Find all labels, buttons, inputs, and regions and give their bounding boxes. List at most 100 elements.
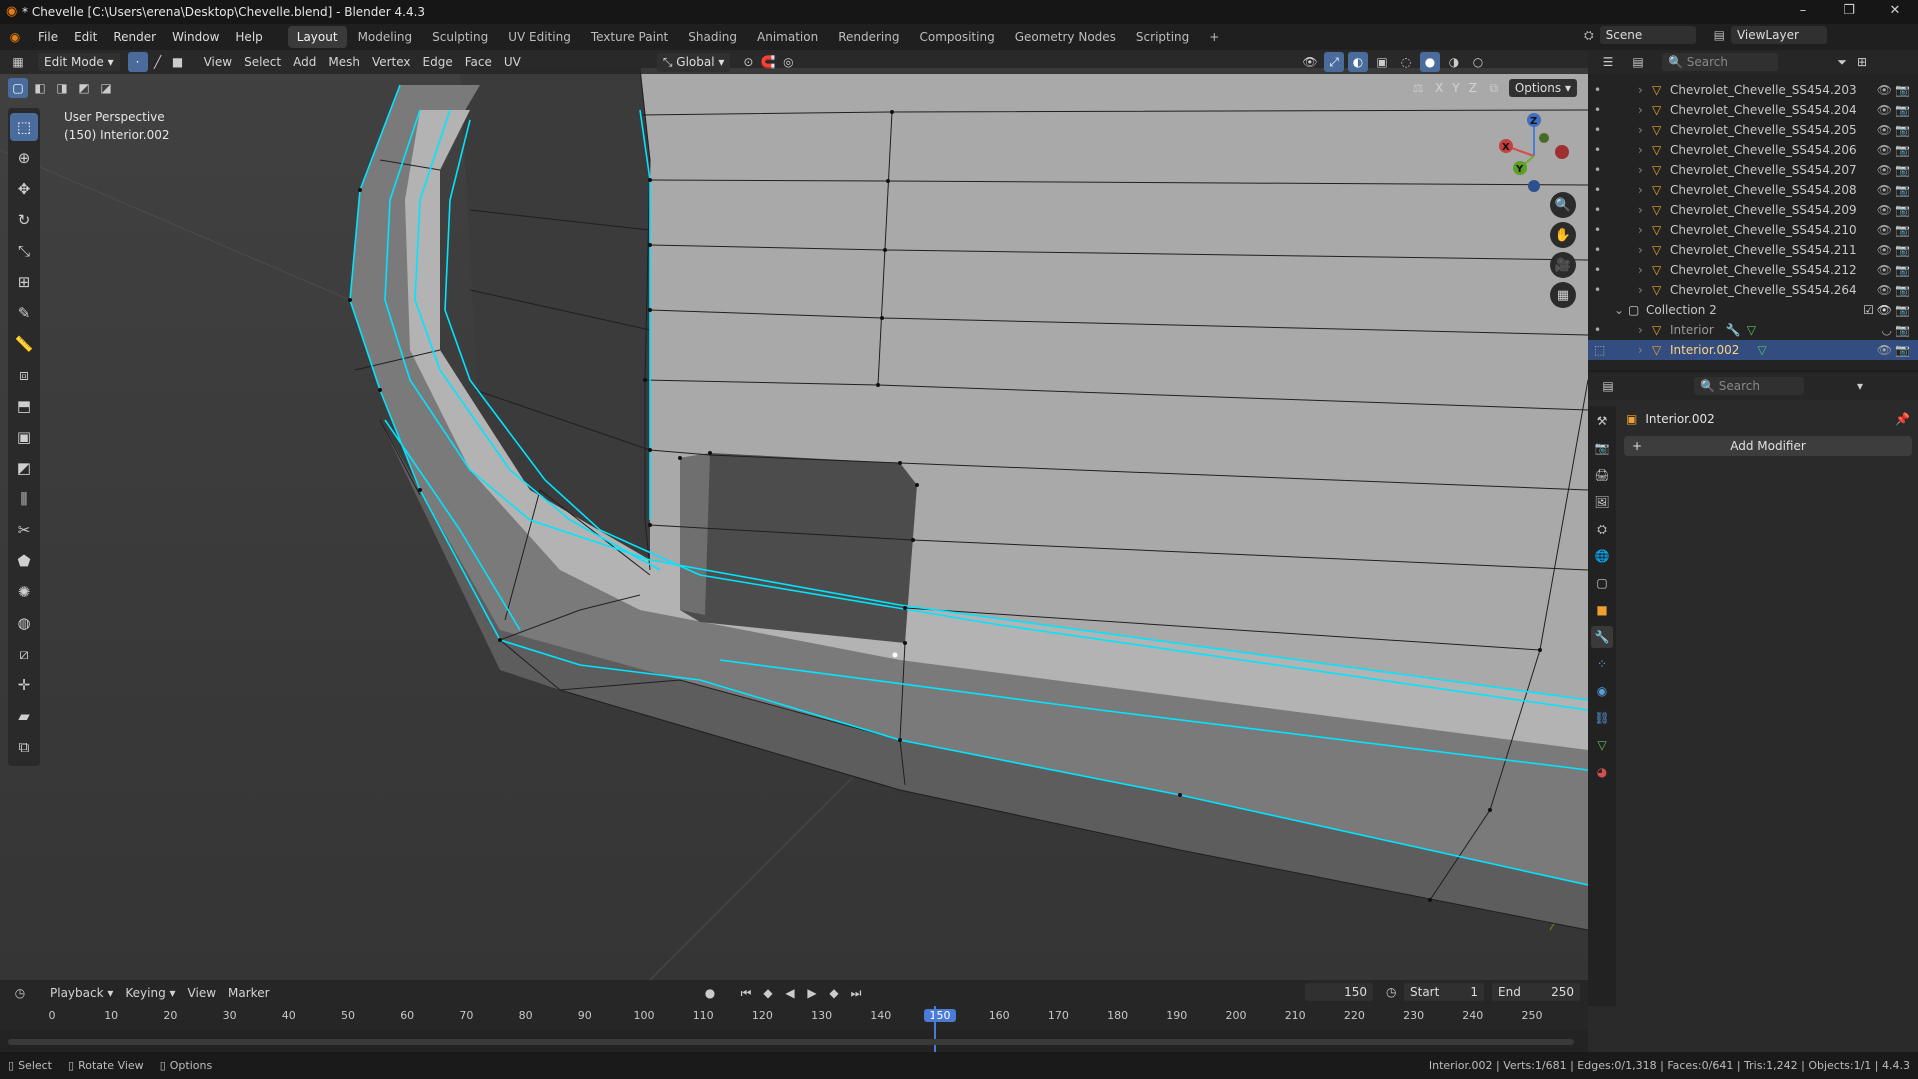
visibility-dot-icon[interactable]: • (1594, 103, 1608, 117)
eye-icon[interactable]: 👁 (1877, 343, 1892, 357)
vertex-select-icon[interactable]: ⋅ (127, 52, 148, 72)
menu-window[interactable]: Window (164, 24, 227, 50)
outliner-row[interactable]: • › ▽ Chevrolet_Chevelle_SS454.205 👁 📷 (1588, 120, 1918, 140)
auto-merge-icon[interactable]: ⧉ (1484, 78, 1504, 98)
shear-tool-icon[interactable]: ▰ (10, 702, 38, 730)
shrink-fatten-tool-icon[interactable]: ✛ (10, 671, 38, 699)
menu-face[interactable]: Face (459, 55, 498, 69)
material-shading-icon[interactable]: ◑ (1444, 52, 1464, 72)
auto-key-icon[interactable]: ● (700, 983, 720, 1003)
camera-icon[interactable]: 📷 (1895, 303, 1910, 317)
camera-icon[interactable]: 📷 (1895, 183, 1910, 197)
expand-arrow-icon[interactable]: › (1638, 183, 1652, 197)
face-select-icon[interactable]: ■ (168, 52, 188, 72)
measure-tool-icon[interactable]: 📏 (10, 330, 38, 358)
maximize-button[interactable]: ❐ (1826, 0, 1872, 24)
outliner-row[interactable]: • › ▽ Chevrolet_Chevelle_SS454.208 👁 📷 (1588, 180, 1918, 200)
scale-tool-icon[interactable]: ⤡ (10, 237, 38, 265)
outliner-row[interactable]: • › ▽ Chevrolet_Chevelle_SS454.212 👁 📷 (1588, 260, 1918, 280)
timeline-view-menu[interactable]: View (182, 986, 222, 1000)
select-extend-icon[interactable]: ◧ (30, 78, 50, 98)
object-tab-icon[interactable]: ■ (1591, 599, 1613, 621)
add-modifier-button[interactable]: + Add Modifier (1624, 436, 1912, 456)
edge-slide-tool-icon[interactable]: ⧄ (10, 640, 38, 668)
camera-icon[interactable]: 📷 (1895, 123, 1910, 137)
smooth-tool-icon[interactable]: ◍ (10, 609, 38, 637)
rotate-tool-icon[interactable]: ↻ (10, 206, 38, 234)
eye-icon[interactable]: 👁 (1877, 263, 1892, 277)
particles-tab-icon[interactable]: ⁘ (1591, 653, 1613, 675)
overlay-toggle-icon[interactable]: ◐ (1348, 52, 1368, 72)
play-icon[interactable]: ▶ (802, 983, 822, 1003)
orientation-selector[interactable]: ⤡ Global ▾ (656, 52, 731, 72)
mirror-z-toggle[interactable]: Z (1467, 81, 1479, 95)
view-layer-tab-icon[interactable]: 🖼 (1591, 491, 1613, 513)
next-keyframe-icon[interactable]: ◆ (824, 983, 844, 1003)
minimize-button[interactable]: – (1780, 0, 1826, 24)
properties-options-icon[interactable]: ▾ (1850, 376, 1870, 396)
eye-icon[interactable]: 👁 (1877, 183, 1892, 197)
zoom-icon[interactable]: 🔍 (1550, 192, 1576, 218)
expand-arrow-icon[interactable]: › (1638, 223, 1652, 237)
world-tab-icon[interactable]: 🌐 (1591, 545, 1613, 567)
modifier-tab-icon[interactable]: 🔧 (1591, 626, 1613, 648)
camera-view-icon[interactable]: 🎥 (1550, 252, 1576, 278)
scene-tab-icon[interactable]: ⛭ (1591, 518, 1613, 540)
eye-icon[interactable]: 👁 (1877, 103, 1892, 117)
visibility-icon[interactable]: 👁 (1300, 52, 1320, 72)
outliner-row[interactable]: • › ▽ Chevrolet_Chevelle_SS454.203 👁 📷 (1588, 80, 1918, 100)
eye-icon[interactable]: 👁 (1877, 83, 1892, 97)
playhead[interactable] (934, 1006, 936, 1052)
extrude-tool-icon[interactable]: ⬒ (10, 392, 38, 420)
expand-arrow-icon[interactable]: › (1638, 83, 1652, 97)
properties-editor-icon[interactable]: ▤ (1598, 376, 1618, 396)
collapse-arrow-icon[interactable]: ⌄ (1614, 303, 1628, 317)
rip-tool-icon[interactable]: ⧉ (10, 733, 38, 761)
display-mode-icon[interactable]: ▤ (1628, 52, 1648, 72)
eye-icon[interactable]: 👁 (1877, 243, 1892, 257)
camera-icon[interactable]: 📷 (1895, 143, 1910, 157)
camera-icon[interactable]: 📷 (1895, 103, 1910, 117)
prev-keyframe-icon[interactable]: ◆ (758, 983, 778, 1003)
timeline-editor-icon[interactable]: ◷ (10, 983, 30, 1003)
poly-build-tool-icon[interactable]: ⬟ (10, 547, 38, 575)
solid-shading-icon[interactable]: ● (1420, 52, 1440, 72)
eye-icon[interactable]: 👁 (1877, 123, 1892, 137)
tab-animation[interactable]: Animation (748, 26, 827, 48)
menu-edge[interactable]: Edge (417, 55, 459, 69)
tab-sculpting[interactable]: Sculpting (423, 26, 497, 48)
camera-icon[interactable]: 📷 (1895, 83, 1910, 97)
tab-rendering[interactable]: Rendering (829, 26, 908, 48)
menu-edit[interactable]: Edit (66, 24, 105, 50)
new-collection-icon[interactable]: ⊞ (1852, 52, 1872, 72)
camera-icon[interactable]: 📷 (1895, 263, 1910, 277)
knife-tool-icon[interactable]: ✂ (10, 516, 38, 544)
expand-arrow-icon[interactable]: › (1638, 163, 1652, 177)
scene-selector[interactable]: Scene (1599, 26, 1696, 44)
eye-icon[interactable]: 👁 (1877, 163, 1892, 177)
current-frame-field[interactable]: 150 (1305, 983, 1373, 1001)
menu-file[interactable]: File (30, 24, 66, 50)
camera-icon[interactable]: 📷 (1895, 203, 1910, 217)
expand-arrow-icon[interactable]: › (1638, 243, 1652, 257)
outliner-search-input[interactable]: 🔍 Search (1662, 53, 1778, 71)
outliner-child-row[interactable]: • › ▽ Interior 🔧 ▽ ◡ 📷 (1588, 320, 1918, 340)
editor-type-icon[interactable]: ▦ (8, 52, 28, 72)
tab-layout[interactable]: Layout (287, 26, 347, 48)
constraints-tab-icon[interactable]: ⛓ (1591, 707, 1613, 729)
keying-menu[interactable]: Keying ▾ (119, 986, 181, 1000)
outliner-editor-icon[interactable]: ☰ (1598, 52, 1618, 72)
outliner-row[interactable]: • › ▽ Chevrolet_Chevelle_SS454.211 👁 📷 (1588, 240, 1918, 260)
inset-tool-icon[interactable]: ▣ (10, 423, 38, 451)
select-new-icon[interactable]: ▢ (8, 78, 28, 98)
menu-select[interactable]: Select (238, 55, 287, 69)
outliner-row[interactable]: • › ▽ Chevrolet_Chevelle_SS454.209 👁 📷 (1588, 200, 1918, 220)
timeline-scrollbar[interactable] (8, 1039, 1574, 1045)
camera-icon[interactable]: 📷 (1895, 243, 1910, 257)
visibility-dot-icon[interactable]: • (1594, 123, 1608, 137)
frame-ruler[interactable]: 0 10 20 30 40 50 60 70 80 90 100 110 120 130 140 150 160… (0, 1006, 1588, 1030)
blender-menu-icon[interactable]: ◉ (0, 30, 30, 44)
camera-icon[interactable]: 📷 (1895, 343, 1910, 357)
select-invert-icon[interactable]: ◩ (74, 78, 94, 98)
expand-arrow-icon[interactable]: › (1638, 343, 1652, 357)
